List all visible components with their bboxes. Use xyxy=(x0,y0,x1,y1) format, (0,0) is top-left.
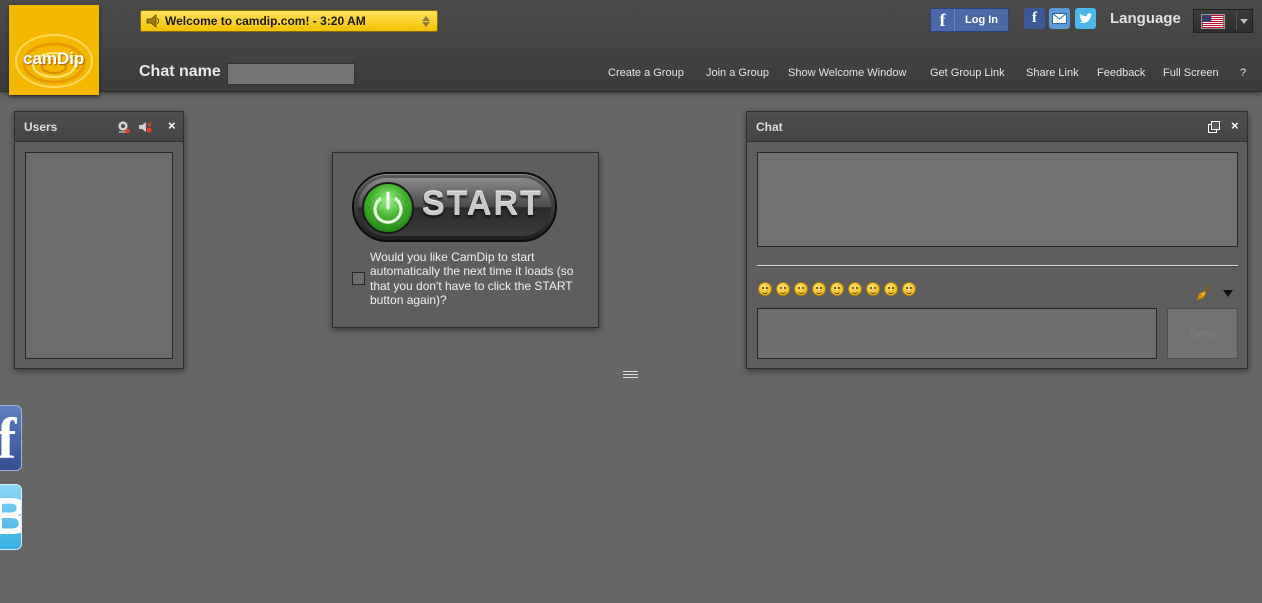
nav-show-welcome-window[interactable]: Show Welcome Window xyxy=(788,67,906,79)
chat-name-label: Chat name xyxy=(139,63,221,80)
emoji-cheeky-icon[interactable] xyxy=(848,282,862,296)
us-flag-icon xyxy=(1201,14,1225,29)
nav-feedback[interactable]: Feedback xyxy=(1097,67,1145,79)
emoji-wink-icon[interactable] xyxy=(830,282,844,296)
ticker-text: Welcome to camdip.com! - 3:20 AM xyxy=(165,14,366,28)
top-bar: Welcome to camdip.com! - 3:20 AM Chat na… xyxy=(0,0,1262,92)
chat-divider xyxy=(757,265,1238,267)
emoji-grin-icon[interactable] xyxy=(776,282,790,296)
nav-get-group-link[interactable]: Get Group Link xyxy=(930,67,1005,79)
chat-log[interactable] xyxy=(757,152,1238,247)
twitter-share-icon[interactable] xyxy=(1075,8,1096,29)
nav-create-group[interactable]: Create a Group xyxy=(608,67,684,79)
welcome-ticker[interactable]: Welcome to camdip.com! - 3:20 AM xyxy=(140,10,438,32)
users-panel-title: Users xyxy=(24,120,58,134)
users-panel-header: Users × xyxy=(15,112,183,142)
camdip-logo[interactable]: camDip xyxy=(9,5,99,95)
emoji-happy-icon[interactable] xyxy=(794,282,808,296)
chat-panel-close-icon[interactable]: × xyxy=(1231,119,1239,132)
start-panel: START Would you like CamDip to start aut… xyxy=(332,152,599,328)
nav-help[interactable]: ? xyxy=(1240,67,1246,79)
emoji-neutral-icon[interactable] xyxy=(902,282,916,296)
emoji-smile-icon[interactable] xyxy=(758,282,772,296)
caret-down-icon[interactable] xyxy=(1223,290,1233,297)
emoji-laugh-icon[interactable] xyxy=(812,282,826,296)
ticker-scroll-arrows[interactable] xyxy=(421,15,431,27)
nav-join-group[interactable]: Join a Group xyxy=(706,67,769,79)
auto-start-text: Would you like CamDip to start automatic… xyxy=(370,250,574,307)
facebook-icon: f xyxy=(0,410,16,468)
emoji-bar xyxy=(758,282,916,296)
logo-text: camDip xyxy=(23,49,85,68)
chat-panel-header: Chat × xyxy=(747,112,1247,142)
arrow-up-icon[interactable] xyxy=(422,15,430,21)
facebook-login-button[interactable]: f Log In xyxy=(930,8,1009,32)
users-list[interactable] xyxy=(25,152,173,359)
emoji-surprised-icon[interactable] xyxy=(884,282,898,296)
send-button[interactable]: Send xyxy=(1167,308,1238,359)
side-twitter-button[interactable]: B xyxy=(0,484,22,550)
chat-panel-title: Chat xyxy=(756,120,783,134)
arrow-down-icon[interactable] xyxy=(422,21,430,27)
broom-icon[interactable] xyxy=(1196,285,1212,301)
side-facebook-button[interactable]: f xyxy=(0,405,22,471)
login-label: Log In xyxy=(965,14,998,26)
facebook-share-icon[interactable]: f xyxy=(1024,8,1045,29)
chat-message-input[interactable] xyxy=(757,308,1157,359)
popout-icon[interactable] xyxy=(1208,121,1220,133)
speaker-mute-icon[interactable] xyxy=(138,120,152,134)
twitter-icon: B xyxy=(0,491,21,543)
language-label: Language xyxy=(1110,10,1181,27)
auto-start-checkbox[interactable] xyxy=(352,272,365,285)
emoji-tongue-icon[interactable] xyxy=(866,282,880,296)
nav-full-screen[interactable]: Full Screen xyxy=(1163,67,1219,79)
start-button-label: START xyxy=(422,185,543,223)
users-panel: Users × xyxy=(14,111,184,369)
email-share-icon[interactable] xyxy=(1049,8,1070,29)
power-icon xyxy=(362,182,414,234)
start-button[interactable]: START xyxy=(352,172,557,242)
users-panel-close-icon[interactable]: × xyxy=(168,119,176,132)
nav-share-link[interactable]: Share Link xyxy=(1026,67,1079,79)
chat-panel: Chat × Send xyxy=(746,111,1248,369)
chat-name-input[interactable] xyxy=(227,63,355,85)
megaphone-icon xyxy=(145,13,161,29)
language-select[interactable] xyxy=(1193,9,1253,33)
webcam-icon[interactable] xyxy=(116,120,130,134)
chevron-down-icon[interactable] xyxy=(1240,19,1248,24)
facebook-icon: f xyxy=(931,9,955,31)
resize-handle[interactable] xyxy=(623,371,638,378)
